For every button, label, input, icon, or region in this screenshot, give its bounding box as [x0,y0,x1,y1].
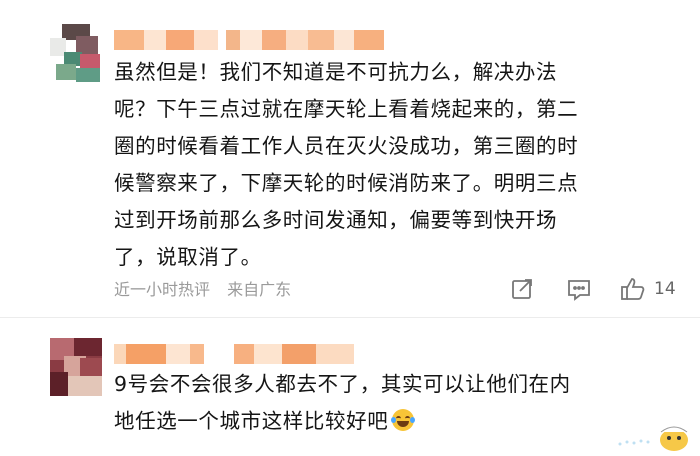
laugh-cry-emoji [391,409,416,431]
thumbs-up-icon [620,276,646,302]
comment-text-content: 9号会不会很多人都去不了，其实可以让他们在内 地任选一个城市这样比较好吧 [114,372,571,433]
comment-location: 来自广东 [227,280,292,299]
comment-item: 9号会不会很多人都去不了，其实可以让他们在内 地任选一个城市这样比较好吧 [0,318,700,456]
like-count: 14 [654,279,676,299]
comment-text: 虽然但是！我们不知道是不可抗力么，解决办法 呢？下午三点过就在摩天轮上看着烧起来… [114,60,579,269]
avatar[interactable] [50,24,102,82]
avatar[interactable] [50,338,102,396]
share-button[interactable] [510,276,534,302]
comment-text: 9号会不会很多人都去不了，其实可以让他们在内 地任选一个城市这样比较好吧 [114,366,674,440]
like-button[interactable]: 14 [620,276,676,302]
share-icon [510,277,534,301]
username-blurred[interactable] [114,30,384,50]
username-blurred[interactable] [114,344,354,364]
comment-item: 虽然但是！我们不知道是不可抗力么，解决办法 呢？下午三点过就在摩天轮上看着烧起来… [0,0,700,318]
comment-meta: 近一小时热评 来自广东 [114,276,303,300]
comment-icon [566,277,592,301]
reply-button[interactable] [566,276,592,302]
comment-time: 近一小时热评 [114,280,211,299]
weibo-watermark-icon [618,426,688,451]
